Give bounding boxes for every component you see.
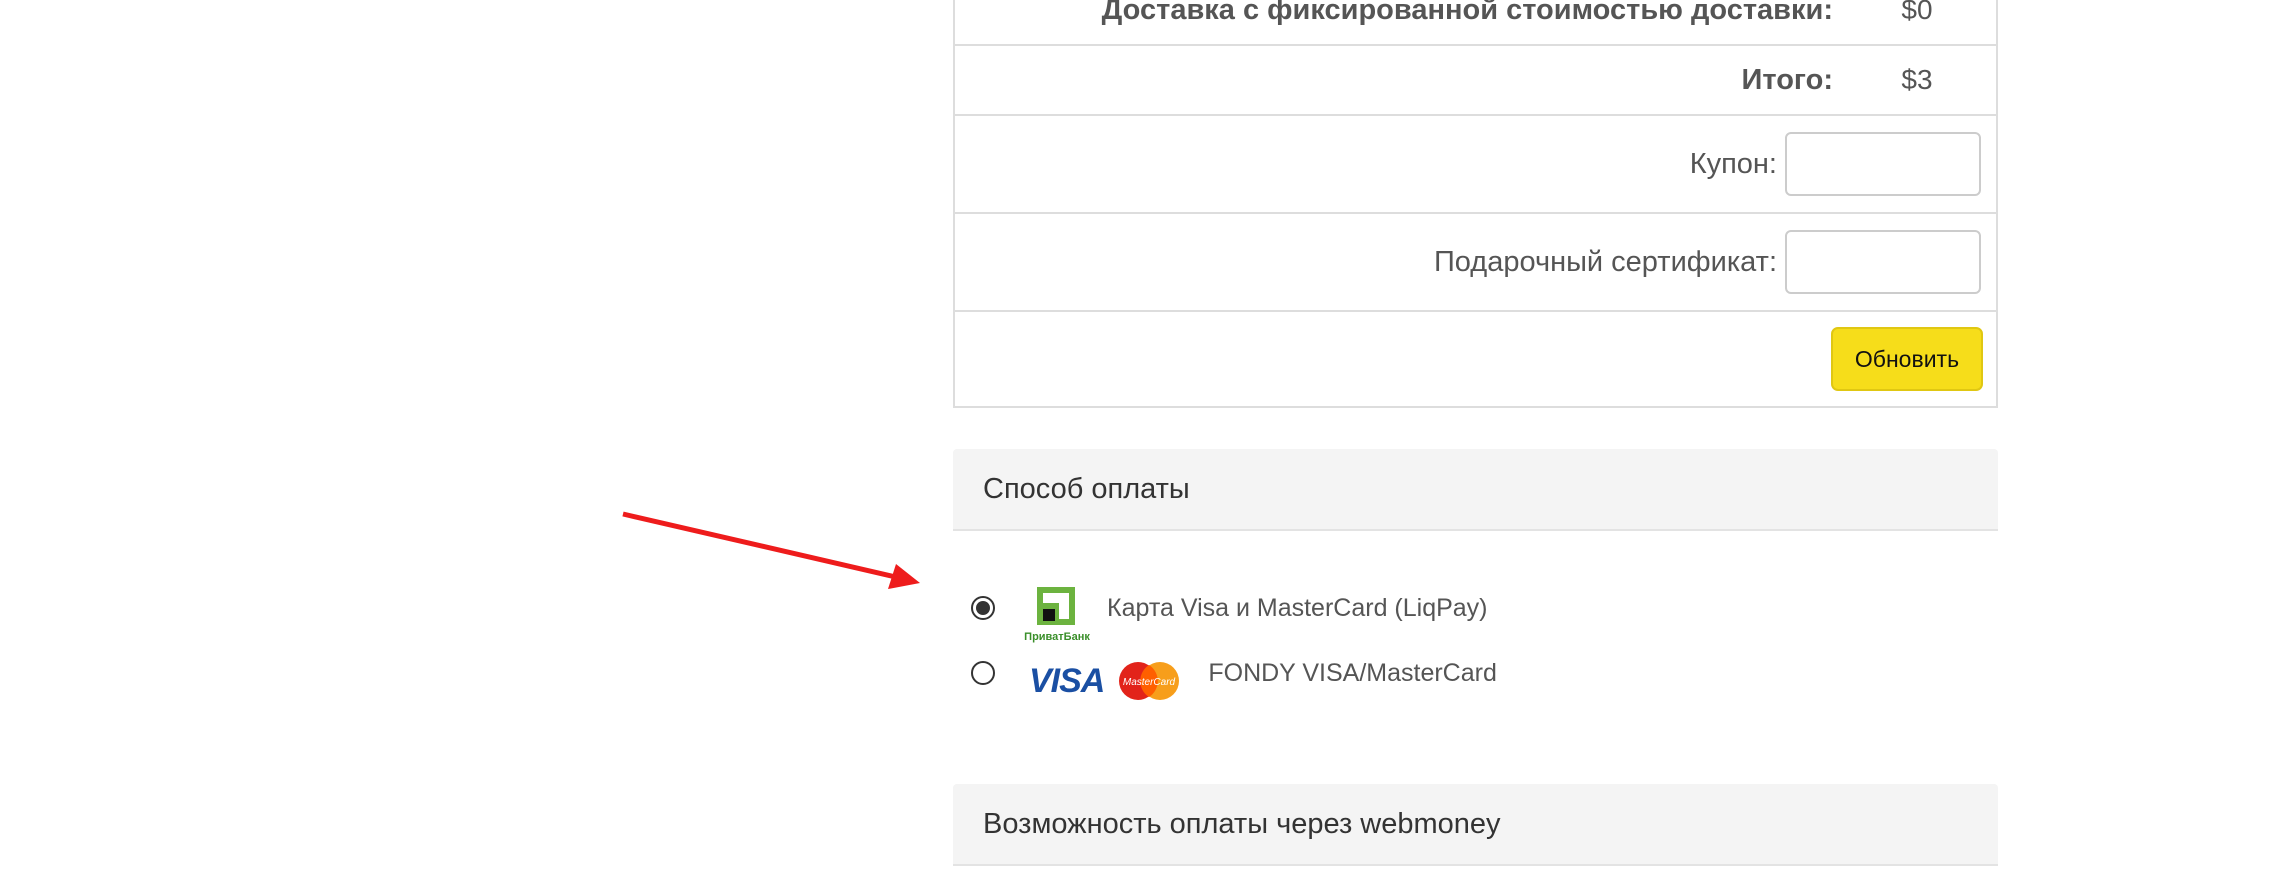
total-row: Итого: $3 <box>955 46 1996 116</box>
shipping-row: Доставка с фиксированной стоимостью дост… <box>955 0 1996 46</box>
update-button[interactable]: Обновить <box>1831 327 1983 391</box>
shipping-label: Доставка с фиксированной стоимостью дост… <box>1101 0 1833 26</box>
liqpay-radio[interactable] <box>971 596 995 620</box>
radio-selected-dot <box>976 601 990 615</box>
update-row: Обновить <box>955 312 1996 408</box>
mastercard-logo-icon: MasterCard <box>1118 661 1180 701</box>
liqpay-label: Карта Visa и MasterCard (LiqPay) <box>1107 593 1488 622</box>
payment-method-panel: Способ оплаты ПриватБанк Карта Visa и Ma… <box>953 449 1998 785</box>
totals-table: Доставка с фиксированной стоимостью дост… <box>953 0 1998 408</box>
gift-certificate-input[interactable] <box>1785 230 1981 294</box>
mastercard-logo-text: MasterCard <box>1123 677 1176 688</box>
payment-methods-list: ПриватБанк Карта Visa и MasterCard (LiqP… <box>953 531 1998 785</box>
payment-method-liqpay[interactable]: ПриватБанк Карта Visa и MasterCard (LiqP… <box>971 573 1488 643</box>
red-arrow-icon <box>622 511 920 589</box>
privatbank-logo-icon: ПриватБанк <box>1021 587 1093 643</box>
total-label: Итого: <box>1741 63 1833 96</box>
payment-method-fondy[interactable]: VISA MasterCard FONDY VISA/MasterCard <box>971 645 1497 701</box>
fondy-radio[interactable] <box>971 661 995 685</box>
gift-certificate-row: Подарочный сертификат: <box>955 214 1996 312</box>
coupon-row: Купон: <box>955 116 1996 214</box>
shipping-value: $0 <box>1901 0 1933 25</box>
webmoney-title: Возможность оплаты через webmoney <box>953 784 1998 866</box>
webmoney-panel: Возможность оплаты через webmoney <box>953 784 1998 866</box>
total-value: $3 <box>1901 64 1933 95</box>
visa-mastercard-logo-icon: VISA MasterCard <box>1029 661 1180 701</box>
checkout-section: Доставка с фиксированной стоимостью дост… <box>953 0 1998 866</box>
fondy-label: FONDY VISA/MasterCard <box>1208 658 1497 687</box>
privatbank-logo-text: ПриватБанк <box>1024 631 1090 643</box>
payment-method-title: Способ оплаты <box>953 449 1998 531</box>
gift-certificate-label: Подарочный сертификат: <box>1433 245 1777 278</box>
coupon-label: Купон: <box>1689 147 1777 180</box>
visa-logo-text: VISA <box>1029 661 1105 700</box>
coupon-input[interactable] <box>1785 132 1981 196</box>
